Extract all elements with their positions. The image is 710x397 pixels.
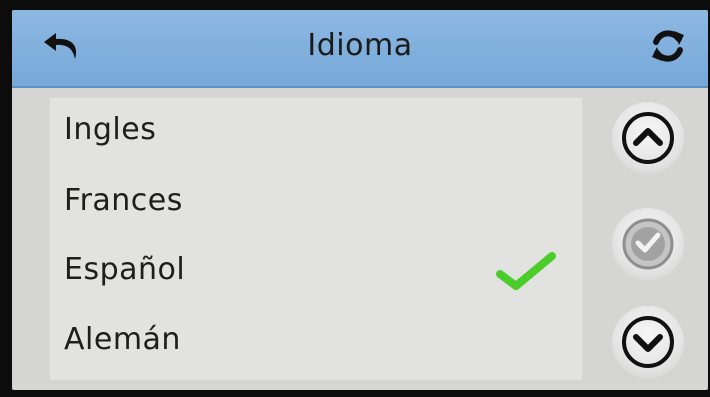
chevron-down-icon [622,316,674,368]
language-label: Frances [64,183,183,218]
language-item-ingles[interactable]: Ingles [50,98,582,168]
language-label: Ingles [64,112,157,147]
page-title: Idioma [307,28,413,63]
chevron-up-icon [622,112,674,164]
language-item-espanol[interactable]: Español [50,238,582,308]
refresh-icon [652,30,684,62]
language-list: Ingles Frances Español Alemán [50,98,582,380]
header-bar: Idioma [12,10,708,88]
scroll-down-button[interactable] [612,306,684,378]
language-item-frances[interactable]: Frances [50,169,582,239]
language-label: Alemán [64,322,181,357]
scroll-up-button[interactable] [612,102,684,174]
checkmark-icon [496,252,556,290]
language-label: Español [64,252,186,287]
refresh-button[interactable] [646,26,690,66]
checkmark-circle-icon [622,218,674,270]
language-screen: Idioma Ingles Frances Español Alemán [12,10,708,390]
language-item-aleman[interactable]: Alemán [50,308,582,378]
confirm-button[interactable] [612,208,684,280]
